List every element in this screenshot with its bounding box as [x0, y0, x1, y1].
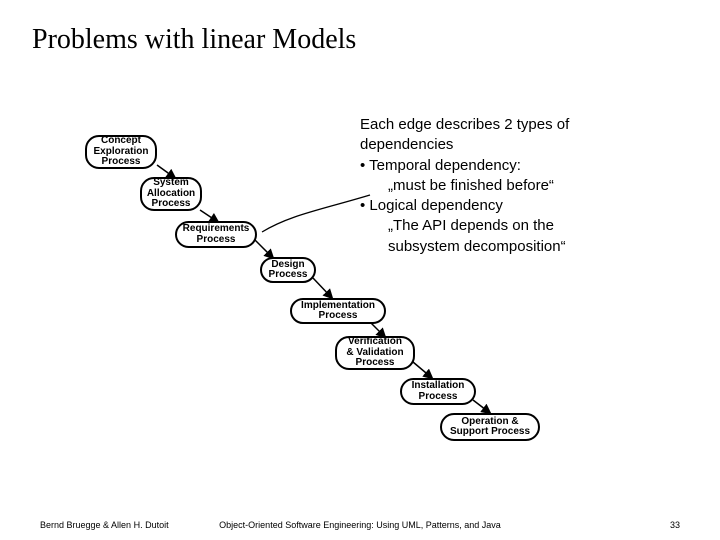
arrow-verif-install	[413, 362, 432, 378]
arrow-install-ops	[473, 400, 490, 413]
footer-book-title: Object-Oriented Software Engineering: Us…	[0, 520, 720, 530]
callout-curve	[262, 195, 370, 232]
arrow-design-impl	[313, 278, 332, 298]
node-design: DesignProcess	[260, 257, 316, 283]
desc-line-4: „must be finished before“	[360, 176, 690, 196]
desc-line-5: • Logical dependency	[360, 196, 690, 216]
desc-line-1: Each edge describes 2 types of	[360, 115, 690, 135]
arrow-req-design	[255, 240, 273, 258]
slide-title: Problems with linear Models	[32, 24, 356, 56]
node-system-allocation: SystemAllocationProcess	[140, 177, 202, 211]
node-installation: InstallationProcess	[400, 378, 476, 405]
footer-page-number: 33	[670, 520, 680, 530]
arrow-impl-verif	[370, 322, 385, 337]
node-concept-exploration: ConceptExplorationProcess	[85, 135, 157, 169]
desc-line-7: subsystem decomposition“	[360, 237, 690, 257]
desc-line-3: • Temporal dependency:	[360, 156, 690, 176]
description-block: Each edge describes 2 types of dependenc…	[360, 115, 690, 257]
node-verification: Verification& ValidationProcess	[335, 336, 415, 370]
node-requirements: RequirementsProcess	[175, 221, 257, 248]
node-operation-support: Operation &Support Process	[440, 413, 540, 441]
desc-line-2: dependencies	[360, 135, 690, 155]
node-implementation: ImplementationProcess	[290, 298, 386, 324]
desc-line-6: „The API depends on the	[360, 216, 690, 236]
